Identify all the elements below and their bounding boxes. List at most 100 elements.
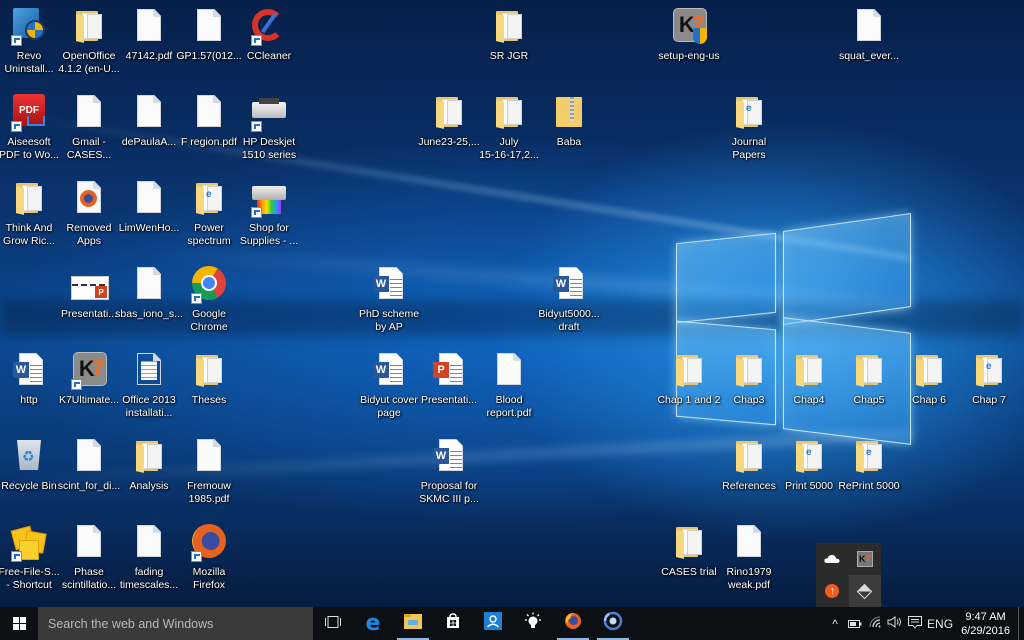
desktop-icon[interactable]: SR JGR xyxy=(472,8,546,63)
desktop-icon-label: HP Deskjet 1510 series xyxy=(241,136,297,161)
zip-folder-icon xyxy=(556,97,582,127)
recycle-bin-icon xyxy=(17,440,41,470)
desktop-icon-label: Blood report.pdf xyxy=(486,394,532,419)
desktop-icon-image xyxy=(851,352,887,390)
show-desktop-button[interactable] xyxy=(1018,607,1024,640)
folder-icon xyxy=(856,355,883,387)
desktop-icon[interactable]: W PhD scheme by AP xyxy=(352,266,426,333)
tips-button[interactable] xyxy=(513,607,553,640)
file-explorer-button[interactable] xyxy=(393,607,433,640)
desktop-icon-image: W xyxy=(371,352,407,390)
desktop-icon[interactable]: Shop for Supplies - ... xyxy=(232,180,306,247)
tray-update-button[interactable]: ↑ xyxy=(816,575,849,607)
circular-app-button[interactable] xyxy=(593,607,633,640)
battery-button[interactable] xyxy=(845,617,865,631)
start-button[interactable] xyxy=(0,607,38,640)
desktop-icon-image: PDF xyxy=(11,94,47,132)
desktop-icon-image xyxy=(491,352,527,390)
shortcut-arrow-icon xyxy=(251,121,262,132)
desktop-icon-image xyxy=(671,352,707,390)
desktop-icon-image: W xyxy=(431,438,467,476)
desktop-icon-image xyxy=(71,438,107,476)
desktop[interactable]: Revo Uninstall... OpenOffice 4.1.2 (en-U.… xyxy=(0,0,1024,607)
desktop-icon[interactable]: W Proposal for SKMC III p... xyxy=(412,438,486,505)
desktop-icon-image xyxy=(131,180,167,218)
desktop-icon[interactable]: HP Deskjet 1510 series xyxy=(232,94,306,161)
language-label: ENG xyxy=(927,616,954,631)
folder-pdf-icon: e xyxy=(736,97,763,129)
onedrive-icon xyxy=(824,550,840,568)
desktop-icon-image xyxy=(251,180,287,218)
desktop-icon-image xyxy=(131,8,167,46)
desktop-icon-image xyxy=(191,524,227,562)
task-view-icon xyxy=(325,615,341,633)
desktop-icon[interactable]: e Journal Papers xyxy=(712,94,786,161)
action-center-button[interactable] xyxy=(905,615,925,632)
desktop-icon-image xyxy=(11,8,47,46)
input-language-button[interactable]: ENG xyxy=(925,617,955,631)
desktop-icon[interactable]: Baba xyxy=(532,94,606,149)
folder-icon xyxy=(76,11,103,43)
desktop-icon[interactable]: e Chap 7 xyxy=(952,352,1024,407)
shortcut-arrow-icon xyxy=(191,293,202,304)
desktop-icon-image xyxy=(791,352,827,390)
desktop-icon-label: Rino1979 weak.pdf xyxy=(726,566,772,591)
k7-antivirus-icon: K7 xyxy=(856,551,873,567)
desktop-icon-image: P xyxy=(431,352,467,390)
tray-onedrive-button[interactable] xyxy=(816,543,849,575)
taskbar: Search the web and Windows e ^ ENG 9:47 … xyxy=(0,607,1024,640)
firefox-taskbar-button[interactable] xyxy=(553,607,593,640)
people-button[interactable] xyxy=(473,607,513,640)
desktop-icon[interactable]: Google Chrome xyxy=(172,266,246,333)
desktop-icon-image xyxy=(491,94,527,132)
desktop-icon-image xyxy=(911,352,947,390)
desktop-icon-label: CCleaner xyxy=(246,50,292,62)
desktop-icon[interactable]: Fremouw 1985.pdf xyxy=(172,438,246,505)
desktop-icon-image xyxy=(71,94,107,132)
desktop-icon-image xyxy=(851,8,887,46)
document-icon xyxy=(77,95,101,127)
volume-button[interactable] xyxy=(885,616,905,631)
store-icon xyxy=(445,613,461,634)
desktop-icon[interactable]: Mozilla Firefox xyxy=(172,524,246,591)
shortcut-arrow-icon xyxy=(11,35,22,46)
desktop-icon-label: squat_ever... xyxy=(838,50,900,62)
desktop-icon[interactable]: W Bidyut5000... draft xyxy=(532,266,606,333)
wifi-button[interactable] xyxy=(865,616,885,631)
tray-k7-button[interactable]: K7 xyxy=(849,543,882,575)
desktop-icon-image xyxy=(131,438,167,476)
edge-icon: e xyxy=(365,610,381,636)
desktop-icon[interactable]: Blood report.pdf xyxy=(472,352,546,419)
desktop-icon-image xyxy=(191,352,227,390)
document-icon xyxy=(77,525,101,557)
desktop-icon[interactable]: e RePrint 5000 xyxy=(832,438,906,493)
tray-diamond-button[interactable] xyxy=(848,575,881,607)
clock-date: 6/29/2016 xyxy=(961,624,1010,637)
folder-pdf-icon: e xyxy=(856,441,883,473)
edge-button[interactable]: e xyxy=(353,607,393,640)
folder-icon xyxy=(136,441,163,473)
desktop-icon-label: Chap 7 xyxy=(972,394,1006,406)
desktop-icon[interactable]: squat_ever... xyxy=(832,8,906,63)
desktop-icon-label: SR JGR xyxy=(489,50,529,62)
shortcut-arrow-icon xyxy=(251,207,262,218)
tray-overflow-popup: K7 ↑ xyxy=(816,543,881,607)
clock-button[interactable]: 9:47 AM 6/29/2016 xyxy=(955,610,1018,638)
search-box[interactable]: Search the web and Windows xyxy=(38,607,313,640)
show-hidden-icons-button[interactable]: ^ xyxy=(825,617,845,631)
task-view-button[interactable] xyxy=(313,607,353,640)
desktop-icon-image xyxy=(551,94,587,132)
desktop-icon[interactable]: Rino1979 weak.pdf xyxy=(712,524,786,591)
store-button[interactable] xyxy=(433,607,473,640)
document-icon xyxy=(137,95,161,127)
desktop-icon-label: Bidyut5000... draft xyxy=(538,308,600,333)
wallpaper-windows-logo-pane xyxy=(783,213,911,325)
desktop-icon[interactable]: Theses xyxy=(172,352,246,407)
shortcut-arrow-icon xyxy=(191,551,202,562)
desktop-icon-image xyxy=(131,524,167,562)
desktop-icon[interactable]: CCleaner xyxy=(232,8,306,63)
desktop-icon[interactable]: K 7 setup-eng-us xyxy=(652,8,726,63)
document-icon xyxy=(197,9,221,41)
wallpaper-windows-logo-pane xyxy=(676,232,776,324)
desktop-icon-image xyxy=(731,438,767,476)
